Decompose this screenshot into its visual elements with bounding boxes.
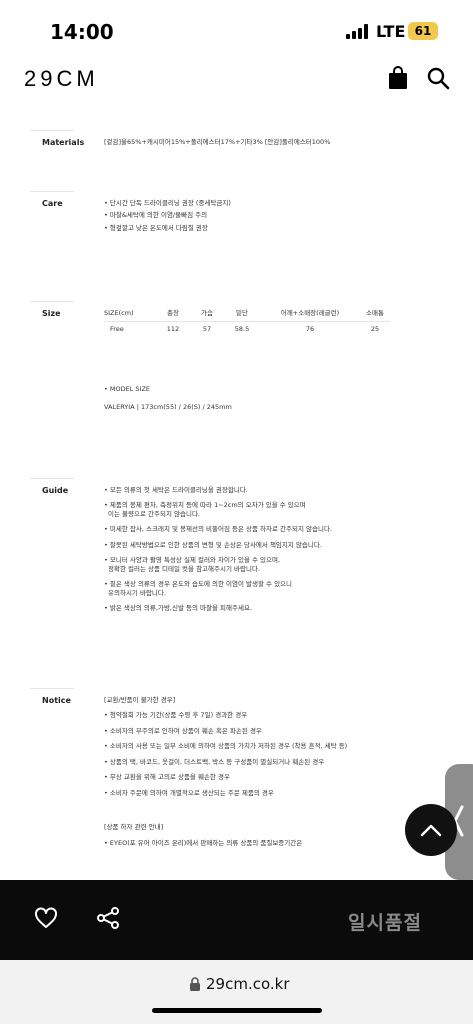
guide-label: Guide (42, 486, 69, 495)
guide-item: • 짙은 색상 의류의 경우 온도와 습도에 의한 이염이 발생할 수 있으니 유… (104, 580, 444, 597)
size-table-header: SIZE(cm) 총장 가슴 밑단 어깨+소매장(레글런) 소매통 (104, 305, 390, 322)
notice-item: • 소비자 주문에 의하여 개별적으로 생산되는 주문 제품의 경우 (104, 788, 274, 797)
guide-line: • 짙은 색상 의류의 경우 온도와 습도에 의한 이염이 발생할 수 있으니 (104, 580, 293, 589)
size-label: Size (42, 309, 61, 318)
guide-line: • 모든 의류의 첫 세탁은 드라이클리닝을 권장합니다. (104, 486, 248, 494)
size-header-cell: 총장 (156, 305, 190, 322)
size-cell: 58.5 (234, 325, 250, 334)
guide-line: 유의하시기 바랍니다. (108, 588, 166, 597)
browser-url-bar[interactable]: 29cm.co.kr (0, 960, 473, 1024)
guide-item: • 제품의 봉제 편차, 측정위치 등에 따라 1~2cm의 오차가 있을 수 … (104, 501, 444, 518)
size-cell: 25 (370, 325, 380, 334)
notice-heading: [교환/반품이 불가한 경우] (104, 696, 176, 704)
notice-item: • 상품의 택, 바코드, 옷걸이, 더스트백, 박스 등 구성품이 멸실되거나… (104, 757, 325, 766)
guide-item: • 밝은 색상의 의류,가방,신발 등의 마찰을 피해주세요. (104, 604, 444, 612)
guide-item: • 모든 의류의 첫 세탁은 드라이클리닝을 권장합니다. (104, 486, 444, 494)
bottom-action-bar: 일시품절 (0, 880, 473, 960)
logo[interactable]: 29CM (24, 66, 99, 92)
guide-line: • 모니터 사양과 촬영 특성상 실제 컬러와 차이가 있을 수 있으며, (104, 556, 281, 565)
divider (30, 191, 74, 192)
search-icon[interactable] (426, 66, 450, 90)
app-header: 29CM (0, 60, 473, 100)
notice-label: Notice (42, 696, 71, 705)
size-cell: 76 (305, 325, 315, 334)
lock-icon (190, 977, 200, 991)
guide-item: • 모니터 사양과 촬영 특성상 실제 컬러와 차이가 있을 수 있으며, 정확한… (104, 556, 444, 573)
chevron-up-icon (420, 824, 442, 837)
table-row: Free 112 57 58.5 76 25 (104, 321, 390, 337)
care-item: • 형겊깔고 낮은 온도에서 다림질 권장 (104, 223, 208, 232)
divider (30, 130, 74, 131)
notice-heading: [상품 하자 관련 안내] (104, 823, 164, 832)
signal-icon (346, 24, 370, 39)
notice-item: • 소비자의 사용 또는 일부 소비에 의하여 상품의 가치가 저하된 경우 (… (104, 742, 348, 751)
guide-line: • 제품의 봉제 편차, 측정위치 등에 따라 1~2cm의 오차가 있을 수 … (104, 501, 306, 510)
size-cell: Free (110, 325, 124, 334)
home-indicator[interactable] (152, 1008, 322, 1013)
care-label: Care (42, 199, 63, 208)
product-info: Materials [겉감]울65%+캐시미어15%+폴리에스터17%+기타3%… (0, 100, 473, 880)
guide-item: • 미세한 잡사, 스크래치 및 봉제선의 비뚤어짐 등은 상품 하자로 간주되… (104, 525, 444, 533)
battery-level: 61 (414, 24, 432, 38)
model-size: • MODEL SIZE VALERYIA | 173cm(55) / 26(S… (104, 385, 444, 412)
url-text: 29cm.co.kr (206, 975, 290, 993)
care-item: • 단시간 단독 드라이클리닝 권장 (중세탁금지) (104, 199, 231, 207)
size-cell: 57 (202, 325, 212, 334)
notice-item: • 무상 교환을 위해 고의로 상품을 훼손한 경우 (104, 773, 230, 782)
guide-line: • 밝은 색상의 의류,가방,신발 등의 마찰을 피해주세요. (104, 603, 253, 612)
size-header-cell: 소매통 (360, 305, 390, 322)
notice-item: • EYEO(포 유어 아이즈 온리)에서 판매하는 의류 상품의 품질보증기간… (104, 838, 303, 847)
share-icon[interactable] (96, 906, 120, 930)
care-item: • 마찰&세탁에 의한 이염/물빠짐 주의 (104, 211, 208, 220)
divider (30, 301, 74, 302)
divider (30, 478, 74, 479)
network-type: LTE (376, 22, 406, 41)
guide-item: • 잘못된 세탁방법으로 인한 상품의 변형 및 손상은 당사에서 책임지지 않… (104, 541, 444, 549)
guide-line: • 잘못된 세탁방법으로 인한 상품의 변형 및 손상은 당사에서 책임지지 않… (104, 540, 322, 549)
guide-line: • 미세한 잡사, 스크래치 및 봉제선의 비뚤어짐 등은 상품 하자로 간주되… (104, 525, 333, 534)
divider (30, 688, 74, 689)
status-bar: 14:00 LTE 61 (0, 0, 473, 60)
scroll-to-top-button[interactable] (405, 804, 457, 856)
guide-line: 이는 불량으로 간주되지 않습니다. (108, 509, 200, 518)
notice-item: • 청약철회 가능 기간(상품 수령 후 7일) 경과한 경우 (104, 711, 248, 720)
size-cell: 112 (166, 325, 180, 334)
size-header-cell: 밑단 (224, 305, 260, 322)
battery-icon: 61 (408, 22, 438, 40)
size-table: SIZE(cm) 총장 가슴 밑단 어깨+소매장(레글런) 소매통 Free 1… (104, 305, 390, 337)
guide-line: 정확한 컬러는 상품 디테일 컷을 참고해주시기 바랍니다. (108, 564, 261, 573)
notice-item: • 소비자의 부주의로 인하여 상품이 훼손 혹은 파손된 경우 (104, 726, 262, 735)
shopping-bag-icon[interactable] (388, 66, 408, 90)
heart-icon[interactable] (34, 906, 58, 930)
model-size-title: • MODEL SIZE (104, 385, 151, 393)
materials-label: Materials (42, 138, 85, 147)
size-header-cell: 가슴 (190, 305, 224, 322)
materials-text: [겉감]울65%+캐시미어15%+폴리에스터17%+기타3% [안감]폴리에스터… (104, 138, 331, 146)
size-header-cell: 어깨+소매장(레글런) (260, 305, 360, 322)
model-size-text: VALERYIA | 173cm(55) / 26(S) / 245mm (104, 403, 232, 412)
status-time: 14:00 (50, 20, 114, 44)
soldout-button[interactable]: 일시품절 (348, 908, 422, 935)
size-header-cell: SIZE(cm) (104, 305, 156, 322)
